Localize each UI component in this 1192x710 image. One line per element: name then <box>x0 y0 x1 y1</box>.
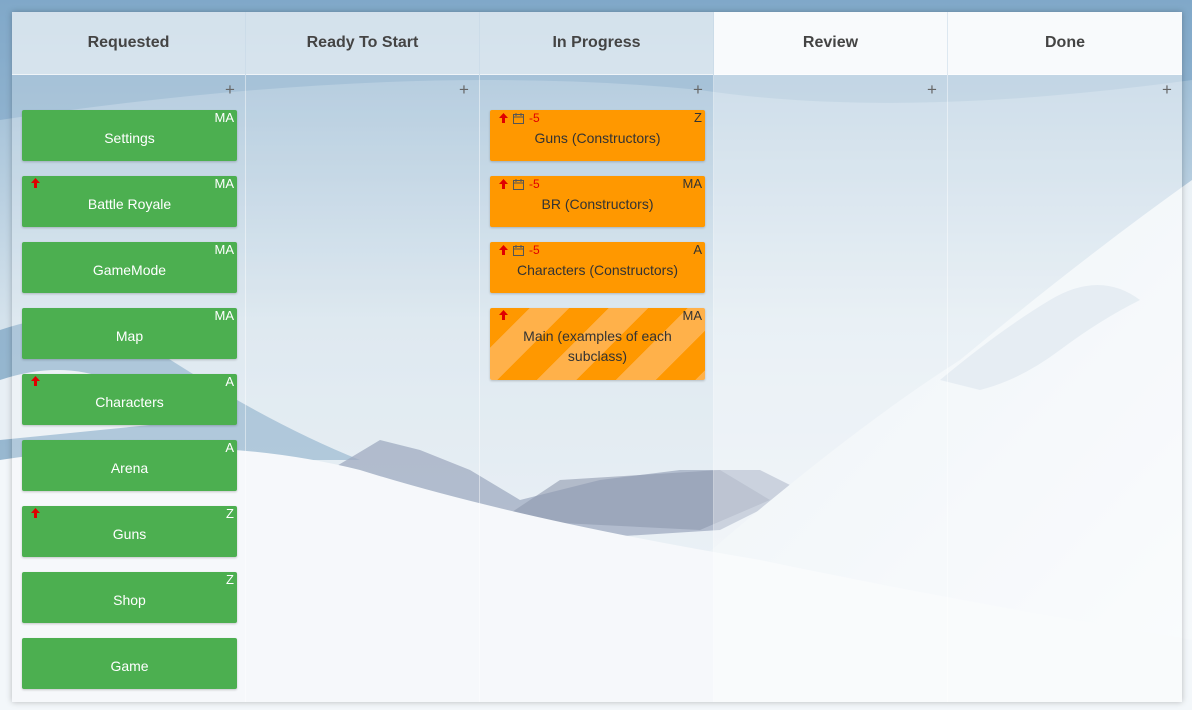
card-title: Settings <box>104 129 155 146</box>
column-done: Done + <box>948 12 1182 702</box>
assignee-initials: A <box>225 374 234 389</box>
calendar-icon <box>513 112 524 124</box>
arrow-up-icon <box>499 310 508 320</box>
card-meta <box>31 508 40 518</box>
card-meta: -5 <box>499 178 540 190</box>
task-card[interactable]: Z Guns <box>22 506 237 557</box>
add-card-button[interactable]: + <box>691 81 705 98</box>
assignee-initials: A <box>225 440 234 455</box>
task-card[interactable]: -5 A Characters (Constructors) <box>490 242 705 293</box>
card-meta: -5 <box>499 244 540 256</box>
card-list: -5 Z Guns (Constructors) -5 MA BR (Constructo… <box>490 110 705 395</box>
card-title: Map <box>115 327 144 344</box>
column-ready-to-start: Ready To Start + <box>246 12 480 702</box>
card-list: MA Settings MA Battle Royale MA GameMode MA Map… <box>22 110 237 704</box>
assignee-initials: MA <box>214 176 235 191</box>
card-meta <box>31 178 40 188</box>
arrow-up-icon <box>31 508 40 518</box>
column-header: Requested <box>12 12 245 75</box>
add-card-button[interactable]: + <box>457 81 471 98</box>
column-review: Review + <box>714 12 948 702</box>
assignee-initials: A <box>693 242 702 257</box>
card-title: Game <box>110 657 149 674</box>
assignee-initials: MA <box>682 176 703 191</box>
card-title: Guns (Constructors) <box>534 129 661 146</box>
card-title: Guns <box>112 525 147 542</box>
card-title: Characters <box>95 393 164 410</box>
kanban-board: Requested + MA Settings MA Battle Royale MA G… <box>12 12 1182 702</box>
due-date-badge: -5 <box>529 177 540 191</box>
column-requested: Requested + MA Settings MA Battle Royale MA G… <box>12 12 246 702</box>
column-header: Review <box>714 12 947 75</box>
card-title: Battle Royale <box>87 195 172 212</box>
add-card-button[interactable]: + <box>223 81 237 98</box>
task-card[interactable]: MA Main (examples of each subclass) <box>490 308 705 380</box>
assignee-initials: MA <box>214 242 235 257</box>
task-card[interactable]: -5 Z Guns (Constructors) <box>490 110 705 161</box>
task-card[interactable]: MA Battle Royale <box>22 176 237 227</box>
column-header: In Progress <box>480 12 713 75</box>
column-header: Done <box>948 12 1182 75</box>
task-card[interactable]: A Characters <box>22 374 237 425</box>
task-card[interactable]: Z Shop <box>22 572 237 623</box>
column-in-progress: In Progress + -5 Z Guns (Constructors) -5 MA… <box>480 12 714 702</box>
assignee-initials: Z <box>694 110 702 125</box>
task-card[interactable]: MA GameMode <box>22 242 237 293</box>
assignee-initials: Z <box>226 572 234 587</box>
assignee-initials: MA <box>682 308 703 323</box>
card-meta <box>499 310 508 320</box>
task-card[interactable]: MA Map <box>22 308 237 359</box>
arrow-up-icon <box>499 179 508 189</box>
calendar-icon <box>513 244 524 256</box>
arrow-up-icon <box>31 376 40 386</box>
add-card-button[interactable]: + <box>1160 81 1174 98</box>
assignee-initials: MA <box>214 308 235 323</box>
card-meta: -5 <box>499 112 540 124</box>
task-card[interactable]: Game <box>22 638 237 689</box>
card-title: GameMode <box>92 261 167 278</box>
task-card[interactable]: -5 MA BR (Constructors) <box>490 176 705 227</box>
card-title: BR (Constructors) <box>541 195 654 212</box>
due-date-badge: -5 <box>529 111 540 125</box>
card-title: Arena <box>110 459 149 476</box>
assignee-initials: MA <box>214 110 235 125</box>
card-meta <box>31 376 40 386</box>
column-header: Ready To Start <box>246 12 479 75</box>
task-card[interactable]: A Arena <box>22 440 237 491</box>
assignee-initials: Z <box>226 506 234 521</box>
arrow-up-icon <box>31 178 40 188</box>
card-title: Characters (Constructors) <box>516 261 679 278</box>
add-card-button[interactable]: + <box>925 81 939 98</box>
arrow-up-icon <box>499 245 508 255</box>
calendar-icon <box>513 178 524 190</box>
arrow-up-icon <box>499 113 508 123</box>
due-date-badge: -5 <box>529 243 540 257</box>
task-card[interactable]: MA Settings <box>22 110 237 161</box>
card-title: Shop <box>113 591 146 608</box>
card-title: Main (examples of each subclass) <box>523 328 672 364</box>
